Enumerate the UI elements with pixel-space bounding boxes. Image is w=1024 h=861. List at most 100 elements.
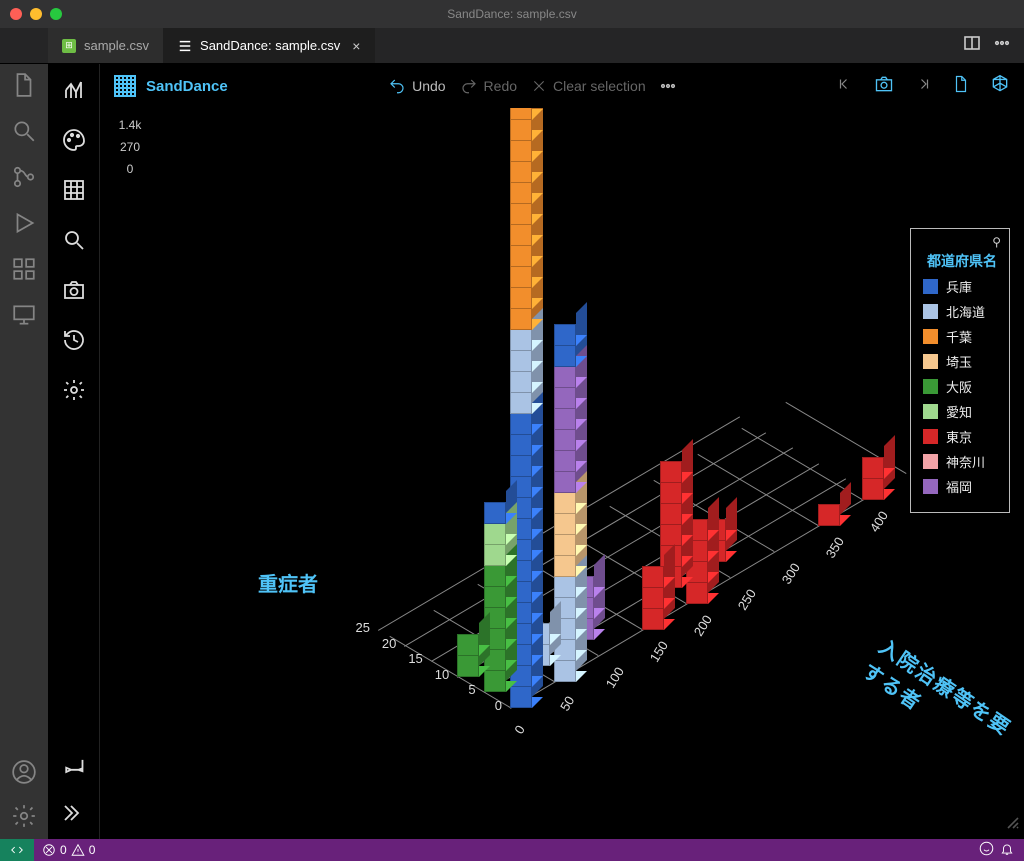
data-cube[interactable] xyxy=(510,455,532,477)
accounts-icon[interactable] xyxy=(11,759,37,785)
data-cube[interactable] xyxy=(642,566,664,588)
problems-button[interactable]: 0 0 xyxy=(34,843,103,857)
data-cube[interactable] xyxy=(554,366,576,388)
split-editor-icon[interactable] xyxy=(964,35,980,56)
legend-item[interactable]: 愛知 xyxy=(923,402,997,421)
data-cube[interactable] xyxy=(510,224,532,246)
data-cube[interactable] xyxy=(554,555,576,577)
data-cube[interactable] xyxy=(484,523,506,545)
gear-icon[interactable] xyxy=(11,803,37,829)
data-cube[interactable] xyxy=(510,182,532,204)
data-cube[interactable] xyxy=(660,503,682,525)
data-cube[interactable] xyxy=(554,345,576,367)
close-icon[interactable] xyxy=(10,8,22,20)
feedback-icon[interactable] xyxy=(979,841,994,859)
data-cube[interactable] xyxy=(660,482,682,504)
legend-item[interactable]: 北海道 xyxy=(923,302,997,321)
legend-item[interactable]: 大阪 xyxy=(923,377,997,396)
legend-item[interactable]: 兵庫 xyxy=(923,277,997,296)
bell-icon[interactable] xyxy=(1000,842,1014,859)
data-cube[interactable] xyxy=(510,686,532,708)
3d-chart[interactable]: 0501001502002503003504004500510152025 xyxy=(280,108,1000,808)
data-cube[interactable] xyxy=(510,287,532,309)
snapshot-icon[interactable] xyxy=(62,278,86,302)
redo-button[interactable]: Redo xyxy=(460,77,517,95)
maximize-icon[interactable] xyxy=(50,8,62,20)
clear-selection-button[interactable]: Clear selection xyxy=(531,78,646,94)
data-cube[interactable] xyxy=(554,324,576,346)
pin-icon[interactable]: ⚲ xyxy=(992,235,1001,249)
legend-item[interactable]: 埼玉 xyxy=(923,352,997,371)
data-cube[interactable] xyxy=(510,203,532,225)
data-cube[interactable] xyxy=(818,504,840,526)
extensions-icon[interactable] xyxy=(11,256,37,282)
data-cube[interactable] xyxy=(554,576,576,598)
data-cube[interactable] xyxy=(510,245,532,267)
tab-sanddance[interactable]: SandDance: sample.csv × xyxy=(164,28,375,63)
history-icon[interactable] xyxy=(62,328,86,352)
data-cube[interactable] xyxy=(510,413,532,435)
data-cube[interactable] xyxy=(510,371,532,393)
data-cube[interactable] xyxy=(554,408,576,430)
settings-icon[interactable] xyxy=(62,378,86,402)
data-icon[interactable] xyxy=(62,178,86,202)
data-cube[interactable] xyxy=(554,471,576,493)
legend-item[interactable]: 千葉 xyxy=(923,327,997,346)
3d-icon[interactable] xyxy=(990,74,1010,99)
expand-icon[interactable] xyxy=(62,801,86,825)
tab-sample-csv[interactable]: ⊞ sample.csv xyxy=(48,28,164,63)
data-cube[interactable] xyxy=(510,161,532,183)
resize-handle[interactable] xyxy=(1002,812,1024,839)
explorer-icon[interactable] xyxy=(11,72,37,98)
data-cube[interactable] xyxy=(510,108,532,120)
data-cube[interactable] xyxy=(862,457,884,479)
undo-button[interactable]: Undo xyxy=(388,77,445,95)
data-cube[interactable] xyxy=(510,140,532,162)
close-icon[interactable]: × xyxy=(352,38,360,54)
next-icon[interactable] xyxy=(914,75,932,98)
data-cube[interactable] xyxy=(457,655,479,677)
data-cube[interactable] xyxy=(554,387,576,409)
data-cube[interactable] xyxy=(510,329,532,351)
remote-icon[interactable] xyxy=(11,302,37,328)
data-cube[interactable] xyxy=(642,587,664,609)
data-cube[interactable] xyxy=(686,582,708,604)
search-icon[interactable] xyxy=(62,228,86,252)
data-cube[interactable] xyxy=(554,513,576,535)
data-cube[interactable] xyxy=(510,266,532,288)
legend-item[interactable]: 神奈川 xyxy=(923,452,997,471)
data-cube[interactable] xyxy=(554,492,576,514)
legend-item[interactable]: 東京 xyxy=(923,427,997,446)
data-cube[interactable] xyxy=(554,534,576,556)
chart-type-icon[interactable] xyxy=(62,78,86,102)
data-cube[interactable] xyxy=(510,392,532,414)
data-cube[interactable] xyxy=(642,608,664,630)
remote-button[interactable] xyxy=(0,839,34,861)
data-cube[interactable] xyxy=(484,544,506,566)
data-cube[interactable] xyxy=(484,502,506,524)
run-icon[interactable] xyxy=(11,210,37,236)
more-icon[interactable] xyxy=(660,78,676,94)
data-cube[interactable] xyxy=(484,670,506,692)
chart-stage[interactable]: 1.4k 270 0 重症者 入院治療等を要する者 05010015020025… xyxy=(100,108,1024,839)
color-icon[interactable] xyxy=(62,128,86,152)
data-cube[interactable] xyxy=(510,308,532,330)
data-cube[interactable] xyxy=(862,478,884,500)
data-cube[interactable] xyxy=(660,461,682,483)
data-cube[interactable] xyxy=(510,434,532,456)
data-cube[interactable] xyxy=(484,586,506,608)
prev-icon[interactable] xyxy=(836,75,854,98)
data-cube[interactable] xyxy=(554,429,576,451)
camera-icon[interactable] xyxy=(874,74,894,99)
pin-icon[interactable] xyxy=(62,755,86,779)
data-cube[interactable] xyxy=(484,565,506,587)
file-icon[interactable] xyxy=(952,75,970,98)
search-icon[interactable] xyxy=(11,118,37,144)
data-cube[interactable] xyxy=(660,524,682,546)
minimize-icon[interactable] xyxy=(30,8,42,20)
data-cube[interactable] xyxy=(457,634,479,656)
more-icon[interactable] xyxy=(994,35,1010,56)
data-cube[interactable] xyxy=(510,119,532,141)
data-cube[interactable] xyxy=(554,450,576,472)
git-icon[interactable] xyxy=(11,164,37,190)
